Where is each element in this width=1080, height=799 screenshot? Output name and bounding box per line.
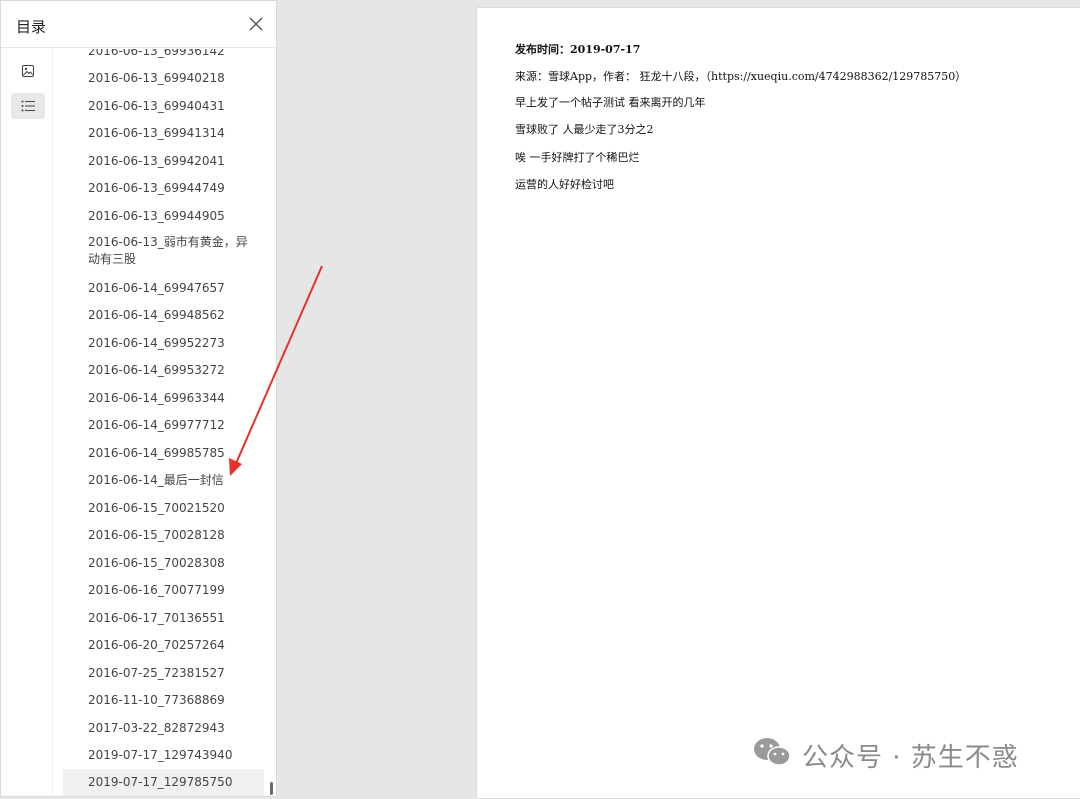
toc-item[interactable]: 2016-06-14_69947657 (63, 280, 264, 297)
toc-item[interactable]: 2016-06-17_70136551 (63, 610, 264, 627)
toc-item[interactable]: 2019-07-17_129785750 (63, 769, 264, 796)
watermark-text: 公众号 · 苏生不惑 (802, 742, 1019, 773)
toc-item[interactable]: 2016-06-15_70021520 (63, 500, 264, 517)
toc-item[interactable]: 2016-06-15_70028128 (63, 527, 264, 544)
toc-item[interactable]: 2016-06-13_69940218 (63, 70, 264, 87)
toc-item[interactable]: 2016-06-14_69953272 (63, 362, 264, 379)
toc-item[interactable]: 2016-06-13_69944905 (63, 208, 264, 225)
document-text-line: 早上发了一个帖子测试 看来离开的几年 (515, 96, 706, 109)
toc-item[interactable]: 2016-06-13_69940431 (63, 98, 264, 115)
thumbnail-view-button[interactable] (11, 59, 45, 85)
outline-view-button[interactable] (11, 93, 45, 119)
toc-item[interactable]: 2016-06-14_69952273 (63, 335, 264, 352)
toc-scrollbar[interactable] (270, 782, 273, 795)
toc-item[interactable]: 2016-06-14_69963344 (63, 390, 264, 407)
toc-item[interactable]: 2016-06-13_69944749 (63, 180, 264, 197)
toc-sidebar: 目录 2016-06-13_69936142 2016-06-13_699402… (0, 0, 277, 797)
publish-date-line: 发布时间：2019-07-17 (515, 43, 641, 56)
toc-item[interactable]: 2016-06-13_69936142 (63, 49, 264, 60)
document-text-line: 唉 一手好牌打了个稀巴烂 (515, 151, 640, 164)
toc-item[interactable]: 2016-06-14_69985785 (63, 445, 264, 462)
toc-item[interactable]: 2016-06-14_69977712 (63, 417, 264, 434)
sidebar-rail (1, 49, 53, 796)
close-icon[interactable] (247, 15, 265, 33)
wechat-icon (752, 736, 792, 775)
document-text-line: 运营的人好好检讨吧 (515, 178, 614, 191)
list-outline-icon (21, 97, 35, 116)
document-text-line: 来源：雪球App，作者： 狂龙十八段，（https://xueqiu.com/4… (515, 70, 967, 83)
document-text-line: 雪球败了 人最少走了3分之2 (515, 123, 654, 136)
toc-item[interactable]: 2016-06-13_弱市有黄金，异动有三股 (63, 234, 264, 268)
toc-item[interactable]: 2016-07-25_72381527 (63, 665, 264, 682)
sidebar-header: 目录 (1, 1, 276, 48)
toc-item[interactable]: 2016-11-10_77368869 (63, 692, 264, 709)
toc-item[interactable]: 2016-06-16_70077199 (63, 582, 264, 599)
sidebar-title: 目录 (16, 18, 47, 36)
toc-item[interactable]: 2017-03-22_82872943 (63, 720, 264, 737)
toc-item[interactable]: 2016-06-20_70257264 (63, 637, 264, 654)
toc-item[interactable]: 2019-07-17_129743940 (63, 747, 264, 764)
toc-item[interactable]: 2016-06-13_69942041 (63, 153, 264, 170)
toc-item[interactable]: 2016-06-13_69941314 (63, 125, 264, 142)
toc-item[interactable]: 2016-06-14_69948562 (63, 307, 264, 324)
watermark: 公众号 · 苏生不惑 (752, 736, 1019, 775)
toc-item[interactable]: 2016-06-15_70028308 (63, 555, 264, 572)
document-page: 发布时间：2019-07-17 来源：雪球App，作者： 狂龙十八段，（https… (477, 8, 1080, 798)
toc-list: 2016-06-13_69936142 2016-06-13_69940218 20… (63, 49, 264, 796)
image-thumbnail-icon (21, 63, 35, 82)
toc-item[interactable]: 2016-06-14_最后一封信 (63, 472, 264, 489)
